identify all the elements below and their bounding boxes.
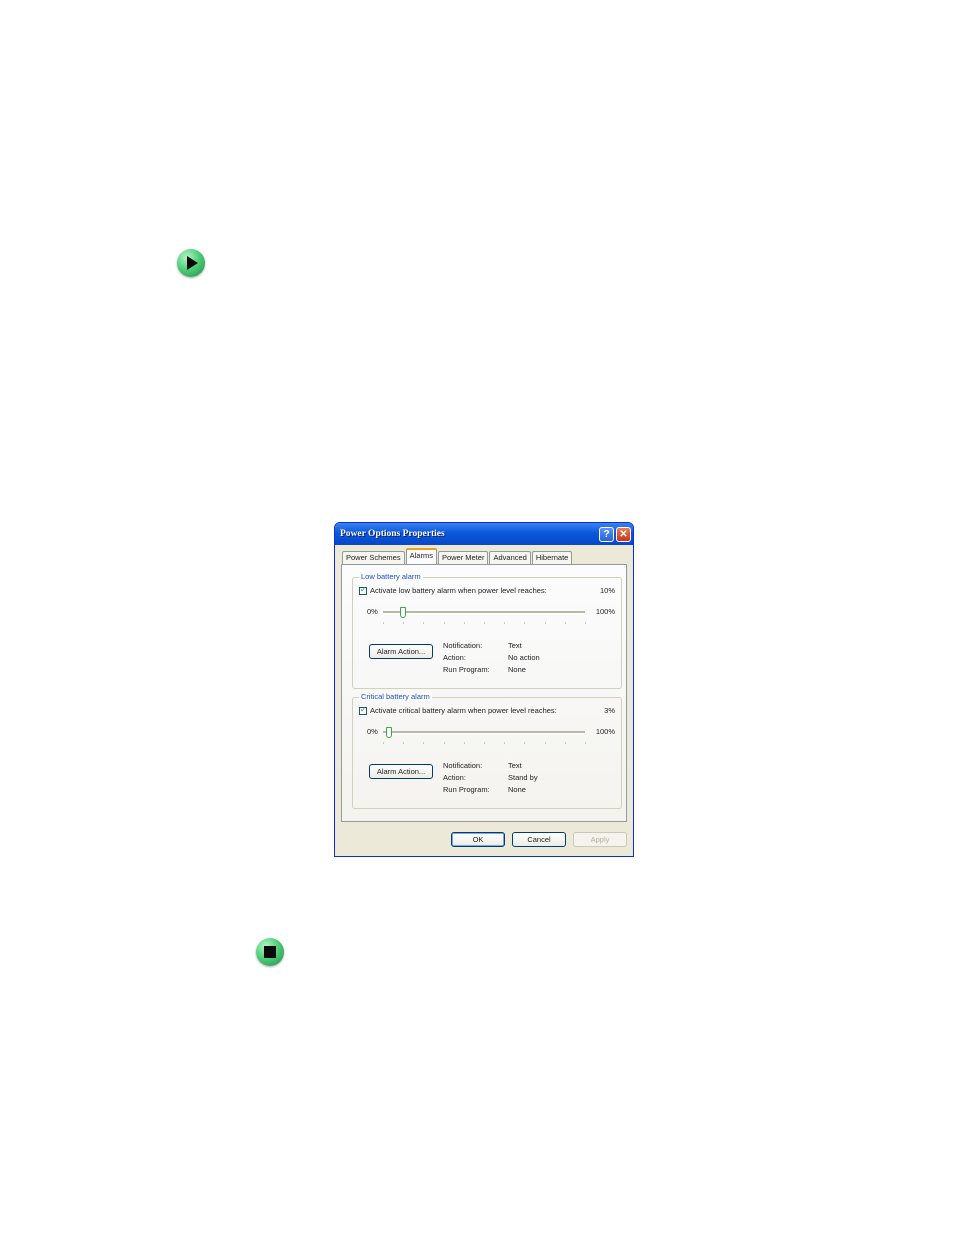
slider-tick <box>504 742 506 744</box>
slider-max-label: 100% <box>595 727 615 736</box>
tab-power-schemes[interactable]: Power Schemes <box>342 551 405 564</box>
ok-button[interactable]: OK <box>451 832 505 847</box>
slider-tick <box>585 622 586 624</box>
slider-min-label: 0% <box>367 727 378 736</box>
critical-alarm-checkbox-row: Activate critical battery alarm when pow… <box>359 705 615 715</box>
slider-tick <box>585 742 586 744</box>
info-key: Notification: <box>443 761 483 770</box>
apply-button: Apply <box>573 832 627 847</box>
critical-alarm-action-button[interactable]: Alarm Action... <box>369 764 433 779</box>
close-button[interactable]: ✕ <box>616 526 631 542</box>
info-value: Text <box>508 641 522 650</box>
tab-power-meter[interactable]: Power Meter <box>437 551 489 564</box>
slider-tick <box>484 622 485 624</box>
low-alarm-action-button[interactable]: Alarm Action... <box>369 644 433 659</box>
slider-tick <box>423 742 425 744</box>
slider-tick <box>544 622 546 624</box>
slider-tick <box>544 742 546 744</box>
info-value: None <box>508 785 526 794</box>
slider-max-label: 100% <box>595 607 615 616</box>
critical-alarm-info: Notification: Text Action: Stand by Run … <box>443 761 538 794</box>
group-legend: Critical battery alarm <box>359 692 432 701</box>
slider-ticks <box>383 742 586 744</box>
info-key: Run Program: <box>443 785 490 794</box>
slider-tick <box>524 742 526 744</box>
slider-tick <box>443 622 445 624</box>
tab-alarms[interactable]: Alarms <box>405 548 437 564</box>
slider-tick <box>403 742 405 744</box>
play-arrow-icon <box>177 249 205 277</box>
slider-tick <box>383 742 384 744</box>
low-battery-alarm-group: Low battery alarm Activate low battery a… <box>352 572 622 689</box>
slider-ticks <box>383 622 586 624</box>
critical-alarm-slider: 0% 100% <box>359 726 615 744</box>
slider-tick <box>504 622 506 624</box>
slider-track[interactable] <box>383 727 585 738</box>
info-value: No action <box>508 653 540 662</box>
cancel-button[interactable]: Cancel <box>512 832 566 847</box>
slider-tick <box>564 622 566 624</box>
critical-alarm-checkbox-label[interactable]: Activate critical battery alarm when pow… <box>370 706 604 715</box>
info-value: Stand by <box>508 773 538 782</box>
low-alarm-percent: 10% <box>599 586 615 595</box>
slider-tick <box>423 622 425 624</box>
low-alarm-checkbox-row: Activate low battery alarm when power le… <box>359 585 615 595</box>
low-alarm-slider: 0% 100% <box>359 606 615 624</box>
stop-square-icon <box>256 938 284 966</box>
help-button[interactable]: ? <box>599 526 614 542</box>
slider-tick <box>463 742 465 744</box>
group-legend: Low battery alarm <box>359 572 423 581</box>
critical-alarm-percent: 3% <box>604 706 615 715</box>
slider-tick <box>443 742 445 744</box>
info-key: Action: <box>443 653 466 662</box>
slider-tick <box>463 622 465 624</box>
tab-advanced[interactable]: Advanced <box>489 551 531 564</box>
critical-alarm-checkbox[interactable] <box>359 705 367 715</box>
title-bar: Power Options Properties ? ✕ <box>335 523 633 545</box>
low-alarm-checkbox[interactable] <box>359 585 367 595</box>
slider-tick <box>564 742 566 744</box>
power-options-dialog: Power Options Properties ? ✕ Power Schem… <box>334 522 634 857</box>
info-key: Notification: <box>443 641 483 650</box>
info-key: Run Program: <box>443 665 490 674</box>
info-key: Action: <box>443 773 466 782</box>
slider-tick <box>403 622 405 624</box>
slider-min-label: 0% <box>367 607 378 616</box>
slider-track[interactable] <box>383 607 585 618</box>
low-alarm-info: Notification: Text Action: No action Run… <box>443 641 540 674</box>
slider-tick <box>524 622 526 624</box>
critical-battery-alarm-group: Critical battery alarm Activate critical… <box>352 692 622 809</box>
slider-thumb[interactable] <box>386 727 393 738</box>
dialog-buttons: OK Cancel Apply <box>444 832 627 847</box>
dialog-title: Power Options Properties <box>340 529 445 539</box>
low-alarm-checkbox-label[interactable]: Activate low battery alarm when power le… <box>370 586 600 595</box>
alarms-panel: Low battery alarm Activate low battery a… <box>341 564 627 822</box>
slider-thumb[interactable] <box>400 607 407 618</box>
info-value: Text <box>508 761 522 770</box>
slider-tick <box>383 622 384 624</box>
tab-hibernate[interactable]: Hibernate <box>531 551 573 564</box>
tab-strip: Power Schemes Alarms Power Meter Advance… <box>342 548 573 564</box>
info-value: None <box>508 665 526 674</box>
slider-tick <box>484 742 485 744</box>
